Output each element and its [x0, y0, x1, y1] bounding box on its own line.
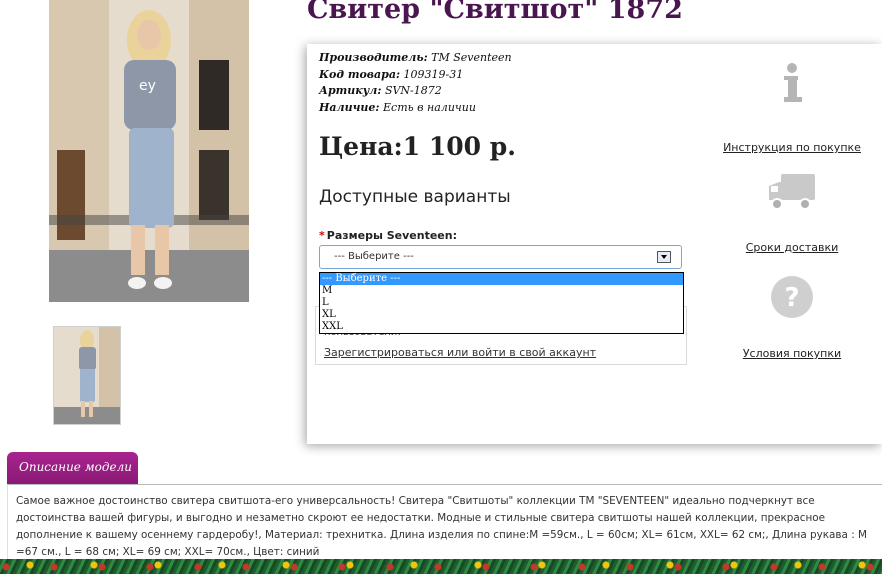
stock-row: Наличие: Есть в наличии	[319, 100, 512, 117]
info-icon	[784, 63, 802, 102]
article-label: Артикул:	[319, 84, 382, 97]
description-text: Самое важное достоинство свитера свитшот…	[16, 495, 867, 558]
size-dropdown-list: --- Выберите --- M L XL XXL	[319, 272, 684, 334]
svg-text:ey: ey	[139, 78, 156, 94]
size-select[interactable]: --- Выберите ---	[319, 245, 682, 269]
required-mark: *	[319, 229, 325, 242]
terms-block: ? Условия покупки	[707, 274, 877, 361]
manufacturer-row: Производитель: TM Seventeen	[319, 50, 512, 67]
instruction-link[interactable]: Инструкция по покупке	[723, 141, 861, 154]
product-price: Цена:1 100 р.	[319, 132, 516, 161]
terms-link[interactable]: Условия покупки	[743, 347, 841, 360]
article-value: SVN-1872	[384, 84, 442, 97]
size-select-value: --- Выберите ---	[334, 251, 414, 262]
size-label: * Размеры Seventeen:	[319, 229, 457, 242]
size-option[interactable]: --- Выберите ---	[320, 273, 683, 285]
product-title: Свитер "Свитшот" 1872	[307, 0, 683, 25]
product-info-panel: Производитель: TM Seventeen Код товара: …	[307, 44, 882, 444]
truck-icon	[769, 174, 815, 210]
code-label: Код товара:	[319, 67, 401, 81]
product-photo[interactable]: ey	[49, 0, 249, 302]
register-login-link[interactable]: Зарегистрироваться или войти в свой акка…	[324, 346, 596, 359]
manufacturer-value: TM Seventeen	[431, 51, 512, 64]
tab-description[interactable]: Описание модели	[7, 452, 138, 484]
manufacturer-label: Производитель:	[319, 51, 428, 64]
delivery-link[interactable]: Сроки доставки	[746, 241, 839, 254]
instruction-block: Инструкция по покупке	[707, 62, 877, 155]
size-option[interactable]: XL	[320, 309, 683, 321]
svg-text:?: ?	[784, 283, 799, 313]
stock-label: Наличие:	[319, 100, 380, 114]
size-label-text: Размеры Seventeen:	[326, 229, 457, 242]
article-row: Артикул: SVN-1872	[319, 83, 512, 100]
delivery-block: Сроки доставки	[707, 172, 877, 255]
chevron-down-icon[interactable]	[657, 251, 671, 263]
variants-title: Доступные варианты	[319, 187, 511, 207]
product-meta: Производитель: TM Seventeen Код товара: …	[319, 50, 512, 116]
size-option[interactable]: L	[320, 297, 683, 309]
product-thumbnail[interactable]	[53, 326, 121, 425]
question-icon: ?	[771, 276, 813, 318]
christmas-garland-decoration	[0, 559, 882, 574]
stock-value: Есть в наличии	[383, 100, 476, 114]
size-option[interactable]: M	[320, 285, 683, 297]
code-value: 109319-31	[403, 67, 464, 81]
size-option[interactable]: XXL	[320, 321, 683, 333]
code-row: Код товара: 109319-31	[319, 67, 512, 84]
product-page: ey Свитер "Свитшот" 1872 Производитель:	[0, 0, 882, 574]
